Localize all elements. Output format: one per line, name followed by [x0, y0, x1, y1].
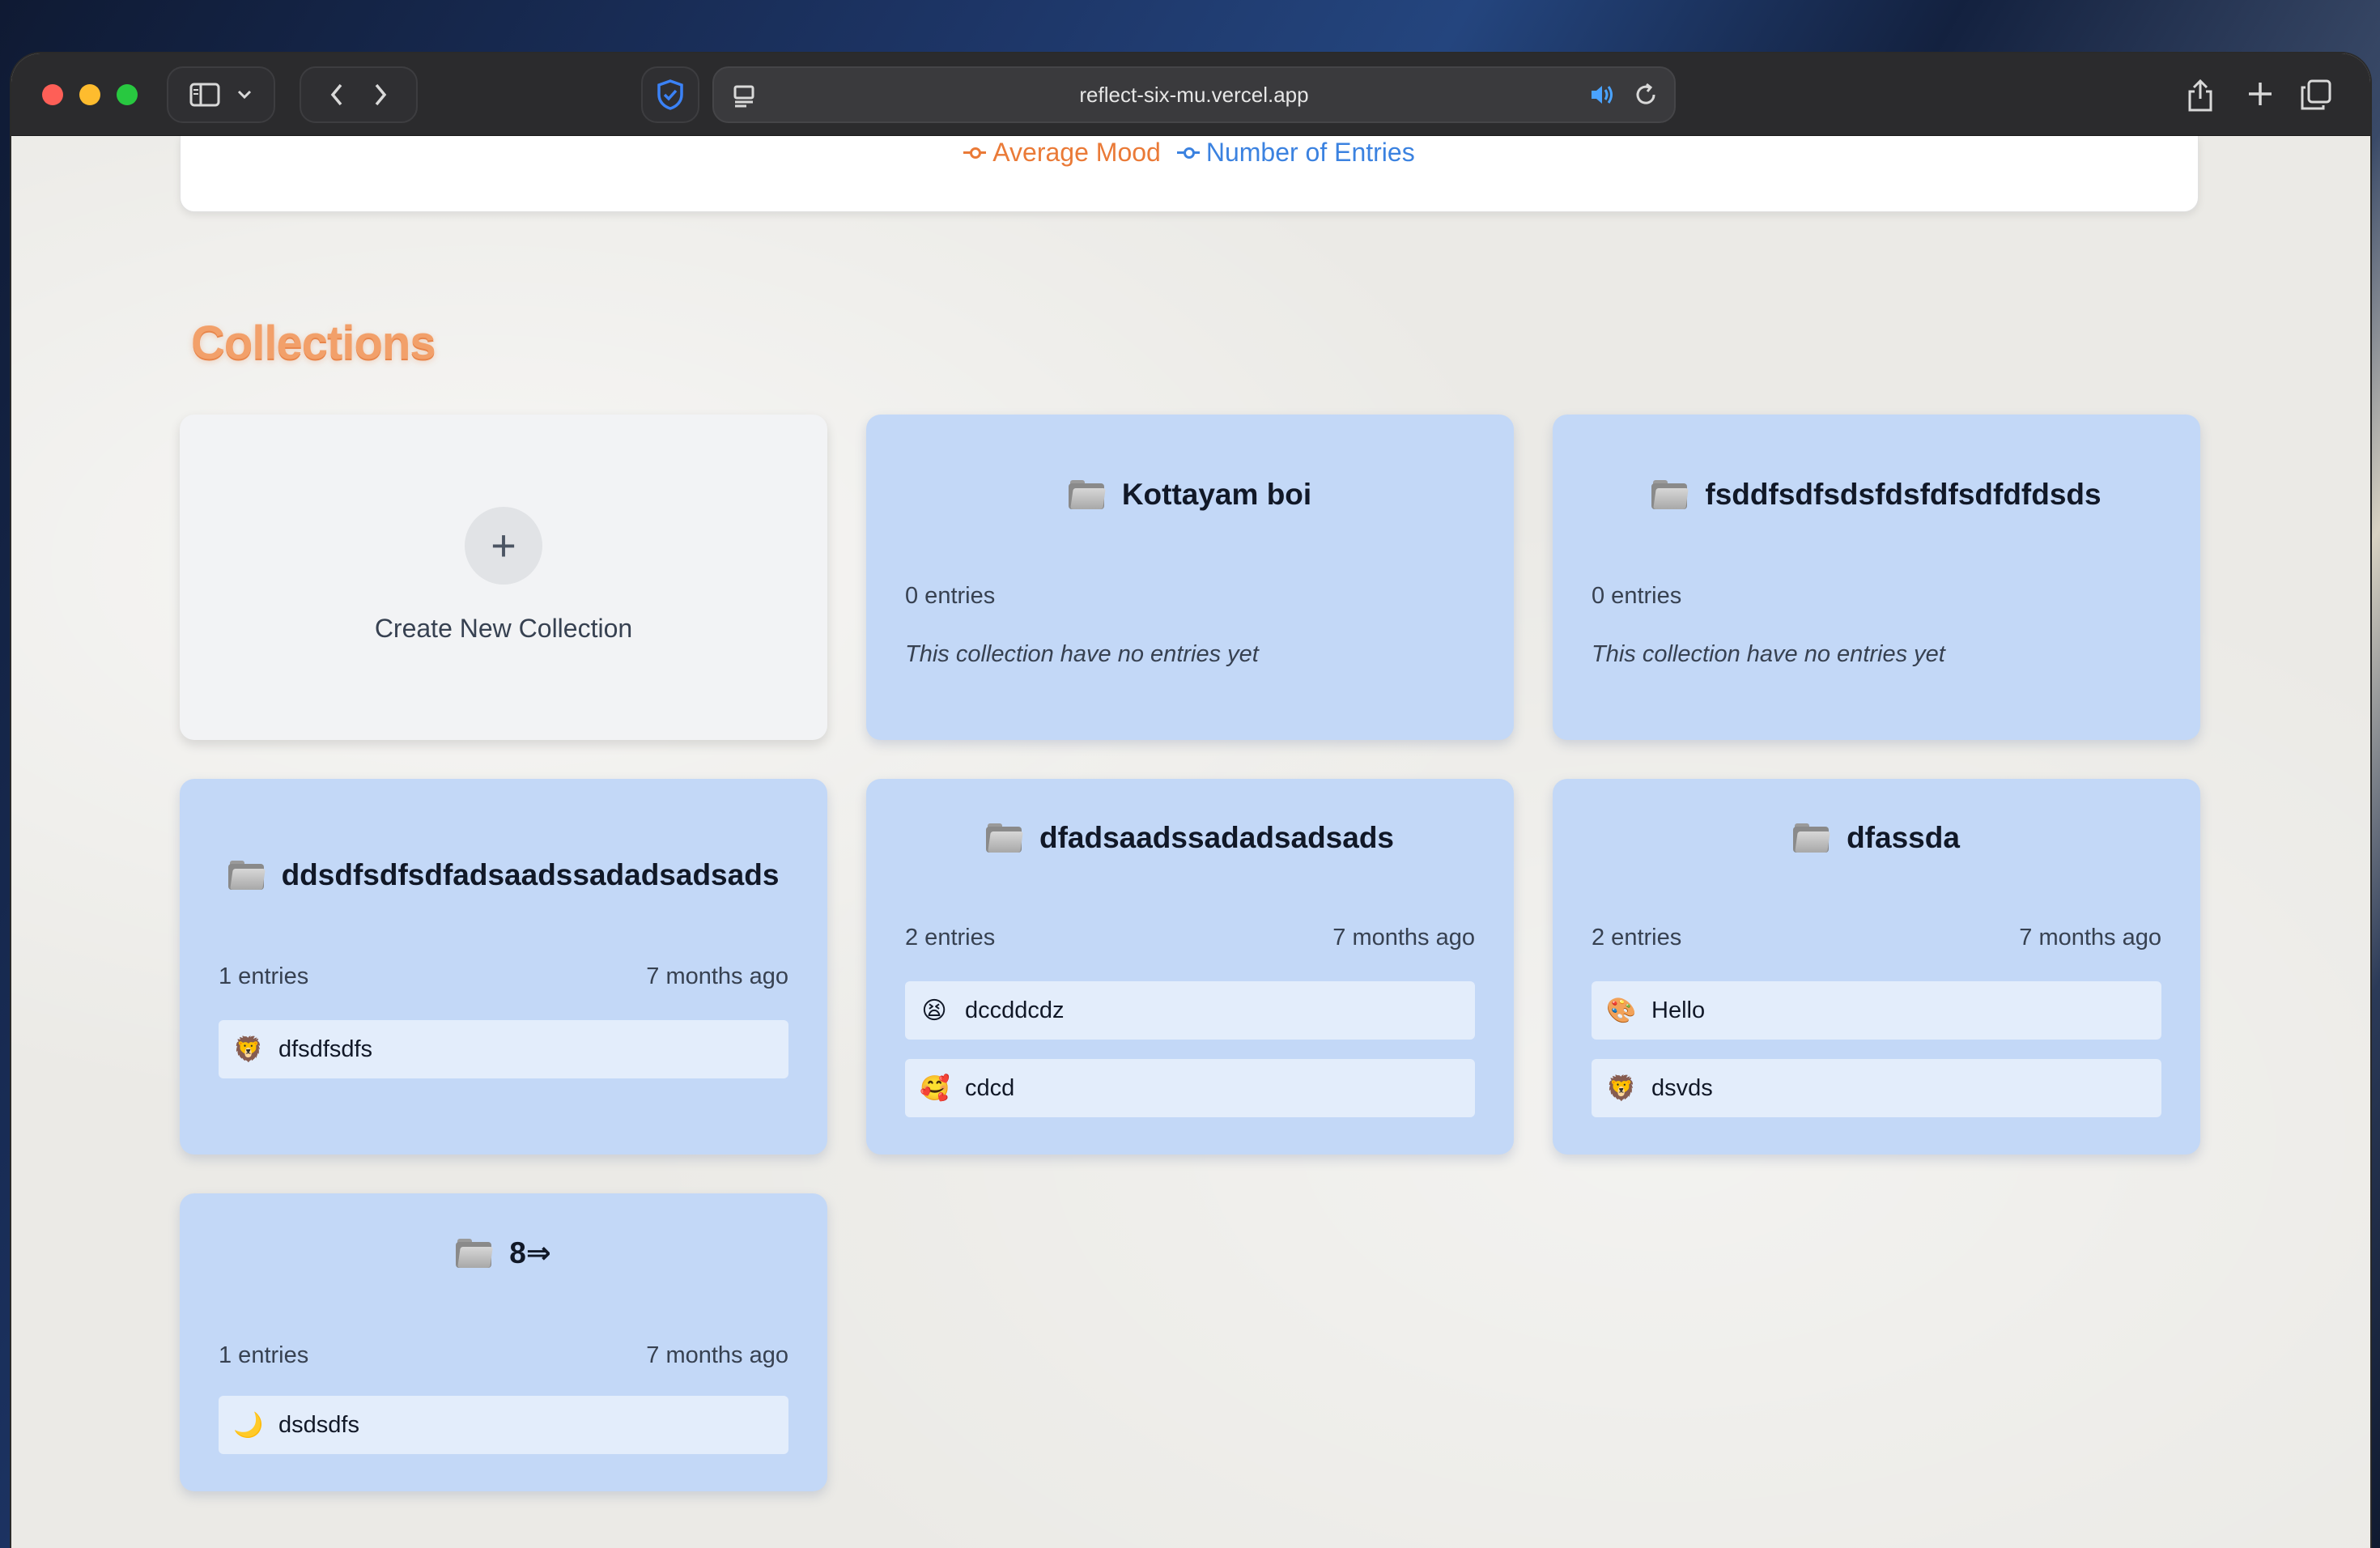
folder-icon	[456, 1238, 494, 1268]
entry-item[interactable]: 🎨 Hello	[1592, 981, 2161, 1040]
collection-card[interactable]: dfadsaadssadadsadsads 2 entries 7 months…	[866, 766, 1514, 1155]
shield-icon	[656, 79, 685, 111]
page-menu-icon[interactable]	[729, 79, 761, 112]
entry-count: 0 entries	[1592, 583, 1682, 609]
collection-title: fsddfsdfsdsfdsfdfsdfdfdsds	[1553, 478, 2200, 512]
collection-card[interactable]: dfassda 2 entries 7 months ago 🎨 Hello 🦁…	[1553, 766, 2200, 1155]
collection-meta: 2 entries 7 months ago	[905, 925, 1475, 951]
legend-label: Average Mood	[992, 137, 1161, 167]
legend-item-average-mood[interactable]: Average Mood	[963, 138, 1161, 168]
collection-title: 8⇒	[180, 1235, 827, 1270]
entry-title: dsdsdfs	[278, 1411, 359, 1438]
navigation-group	[300, 66, 418, 123]
collection-name: Kottayam boi	[1121, 478, 1312, 511]
mood-emoji-icon: 🦁	[233, 1035, 264, 1064]
entry-item[interactable]: 😫 dccddcdz	[905, 981, 1475, 1040]
create-collection-card[interactable]: + Create New Collection	[180, 402, 827, 740]
updated-time: 7 months ago	[646, 1342, 788, 1368]
line-marker-icon	[1176, 144, 1200, 160]
entry-item[interactable]: 🦁 dsvds	[1592, 1059, 2161, 1117]
entry-title: cdcd	[965, 1074, 1015, 1101]
legend-item-number-of-entries[interactable]: Number of Entries	[1176, 137, 1415, 168]
collection-card[interactable]: ddsdfsdfsdfadsaadssadadsadsads 1 entries…	[180, 766, 827, 1155]
updated-time: 7 months ago	[1332, 925, 1475, 950]
collection-name: dfassda	[1847, 821, 1960, 854]
collection-title: Kottayam boi	[866, 478, 1514, 512]
mood-emoji-icon: 🦁	[1606, 1074, 1637, 1103]
share-icon[interactable]	[2186, 78, 2215, 113]
updated-time: 7 months ago	[2019, 925, 2161, 950]
mood-emoji-icon: 🎨	[1606, 996, 1637, 1025]
entry-title: dccddcdz	[965, 997, 1065, 1023]
collection-card[interactable]: fsddfsdfsdsfdsfdfsdfdfdsds 0 entries Thi…	[1553, 402, 2200, 740]
mood-emoji-icon: 🌙	[233, 1410, 264, 1440]
url-text: reflect-six-mu.vercel.app	[1079, 82, 1309, 107]
entry-count: 2 entries	[1592, 925, 1682, 950]
folder-icon	[1793, 823, 1830, 853]
collections-heading: Collections	[191, 317, 436, 369]
entry-item[interactable]: 🌙 dsdsdfs	[219, 1396, 788, 1454]
privacy-shield-button[interactable]	[641, 66, 699, 123]
empty-collection-note: This collection have no entries yet	[905, 641, 1259, 667]
collection-meta: 1 entries 7 months ago	[219, 963, 788, 990]
page-content: Average Mood Number of Entries Collectio…	[11, 136, 2370, 1548]
entry-count: 1 entries	[219, 963, 309, 989]
collection-name: dfadsaadssadadsadsads	[1039, 821, 1395, 854]
collection-meta: 0 entries	[905, 583, 1475, 610]
empty-collection-note: This collection have no entries yet	[1592, 641, 1945, 667]
collection-name: ddsdfsdfsdfadsaadssadadsadsads	[281, 858, 780, 891]
folder-icon	[1651, 480, 1689, 509]
zoom-window-button[interactable]	[117, 84, 138, 105]
chevron-down-icon[interactable]	[236, 89, 253, 100]
entry-item[interactable]: 🦁 dfsdfsdfs	[219, 1020, 788, 1078]
entry-count: 0 entries	[905, 583, 996, 609]
entry-count: 1 entries	[219, 1342, 309, 1368]
browser-toolbar: reflect-six-mu.vercel.app	[11, 53, 2370, 136]
forward-arrow-icon[interactable]	[373, 83, 388, 107]
reload-icon[interactable]	[1632, 81, 1660, 114]
sidebar-icon[interactable]	[189, 83, 220, 107]
updated-time: 7 months ago	[646, 963, 788, 989]
folder-icon	[1068, 480, 1106, 509]
entry-title: dfsdfsdfs	[278, 1036, 373, 1062]
new-tab-plus-icon[interactable]	[2244, 78, 2276, 110]
create-collection-label: Create New Collection	[374, 614, 633, 643]
close-window-button[interactable]	[42, 84, 63, 105]
collection-meta: 0 entries	[1592, 583, 2161, 610]
minimize-window-button[interactable]	[79, 84, 100, 105]
legend-label: Number of Entries	[1205, 137, 1415, 167]
entry-count: 2 entries	[905, 925, 996, 950]
address-bar[interactable]: reflect-six-mu.vercel.app	[712, 66, 1676, 123]
tab-overview-icon[interactable]	[2299, 78, 2333, 112]
folder-icon	[227, 861, 266, 890]
collection-title: dfadsaadssadadsadsads	[866, 821, 1514, 855]
plus-icon[interactable]: +	[465, 507, 542, 585]
collection-card[interactable]: 8⇒ 1 entries 7 months ago 🌙 dsdsdfs	[180, 1180, 827, 1491]
mood-chart-card: Average Mood Number of Entries	[180, 136, 2199, 212]
speaker-icon[interactable]	[1588, 81, 1616, 114]
line-marker-icon	[963, 144, 987, 160]
collection-title: ddsdfsdfsdfadsaadssadadsadsads	[180, 858, 827, 892]
mood-emoji-icon: 😫	[921, 996, 947, 1025]
entry-title: dsvds	[1651, 1074, 1713, 1101]
chart-legend: Average Mood Number of Entries	[181, 136, 2198, 168]
sidebar-toggle-group	[167, 66, 275, 123]
folder-icon	[985, 823, 1023, 853]
collection-meta: 2 entries 7 months ago	[1592, 925, 2161, 951]
collection-card[interactable]: Kottayam boi 0 entries This collection h…	[866, 402, 1514, 740]
collection-name: fsddfsdfsdsfdsfdfsdfdfdsds	[1705, 478, 2102, 511]
browser-window: reflect-six-mu.vercel.app Average Mood N…	[11, 53, 2370, 1548]
mood-emoji-icon: 🥰	[920, 1074, 950, 1103]
collection-meta: 1 entries 7 months ago	[219, 1342, 788, 1369]
back-arrow-icon[interactable]	[329, 83, 344, 107]
entry-title: Hello	[1651, 997, 1706, 1023]
collection-name: 8⇒	[509, 1236, 551, 1269]
entry-item[interactable]: 🥰 cdcd	[905, 1059, 1475, 1117]
collection-title: dfassda	[1553, 821, 2200, 855]
